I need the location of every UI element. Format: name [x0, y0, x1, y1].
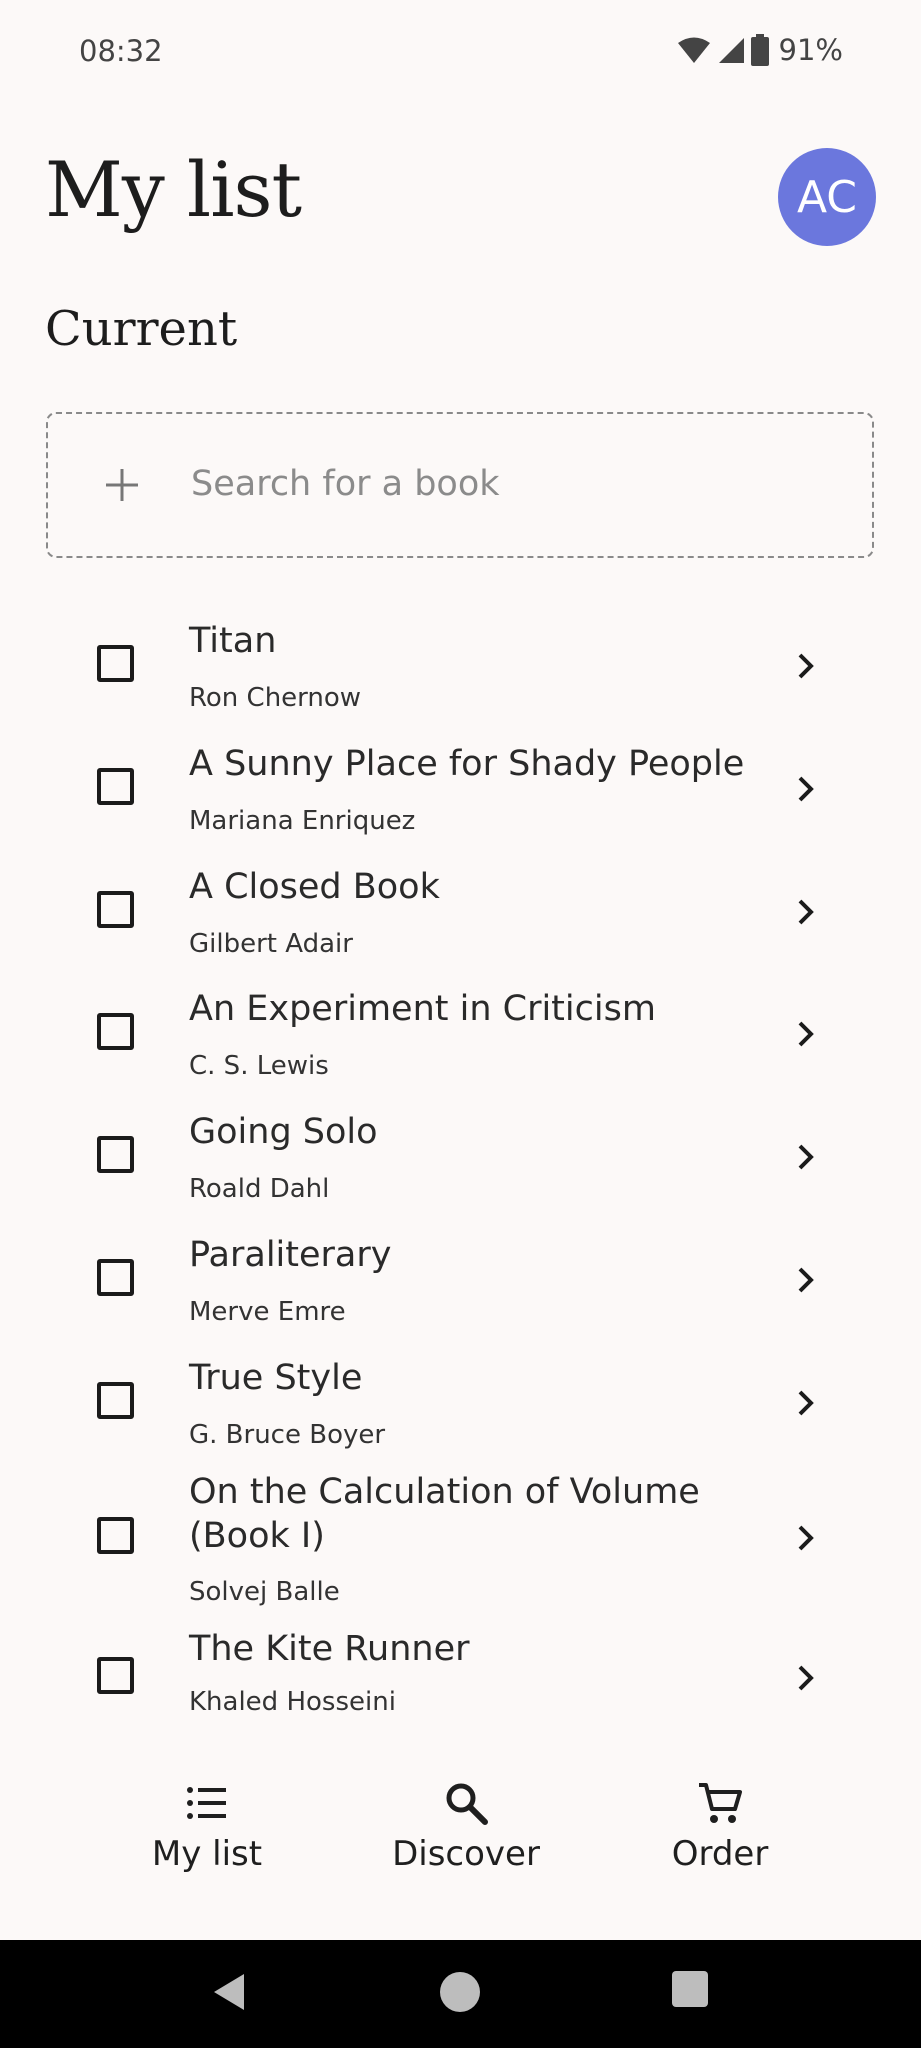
nav-label: Discover [392, 1834, 540, 1874]
book-title: The Kite Runner [189, 1629, 470, 1669]
nav-label: My list [151, 1834, 263, 1874]
book-author: Merve Emre [189, 1297, 346, 1327]
book-author: Khaled Hosseini [189, 1687, 396, 1717]
status-bar: 08:32 91% [0, 0, 921, 105]
nav-item-discover[interactable]: Discover [366, 1780, 566, 1874]
book-author: Gilbert Adair [189, 929, 353, 959]
book-author: Roald Dahl [189, 1174, 330, 1204]
book-title: Titan [189, 621, 277, 661]
book-title: A Closed Book [189, 867, 440, 907]
page-title: My list [45, 145, 302, 234]
signal-icon [718, 38, 744, 63]
book-title: Paraliterary [189, 1235, 392, 1275]
nav-item-order[interactable]: Order [620, 1780, 820, 1874]
nav-item-my-list[interactable]: My list [107, 1780, 307, 1874]
list-item[interactable]: Paraliterary Merve Emre [0, 1229, 921, 1339]
checkbox[interactable] [97, 1136, 134, 1173]
chevron-right-icon[interactable] [794, 1266, 818, 1294]
bottom-nav: My list Discover Order [0, 1740, 921, 1940]
list-icon [187, 1787, 226, 1819]
nav-label: Order [671, 1834, 769, 1874]
book-author: Solvej Balle [189, 1577, 340, 1607]
home-icon[interactable] [438, 1970, 482, 2014]
list-item[interactable]: A Sunny Place for Shady People Mariana E… [0, 738, 921, 848]
checkbox[interactable] [97, 645, 134, 682]
book-author: Ron Chernow [189, 683, 362, 713]
book-author: G. Bruce Boyer [189, 1420, 386, 1450]
chevron-right-icon[interactable] [794, 775, 818, 803]
search-icon [446, 1783, 488, 1825]
search-box[interactable] [46, 412, 874, 558]
status-time: 08:32 [79, 34, 163, 68]
checkbox[interactable] [97, 1657, 134, 1694]
list-item[interactable]: True Style G. Bruce Boyer [0, 1352, 921, 1462]
book-title: On the Calculation of Volume (Book I) [189, 1472, 700, 1556]
checkbox[interactable] [97, 768, 134, 805]
book-author: C. S. Lewis [189, 1051, 329, 1081]
book-title: An Experiment in Criticism [189, 989, 656, 1029]
book-title: True Style [189, 1358, 363, 1398]
checkbox[interactable] [97, 1013, 134, 1050]
chevron-right-icon[interactable] [794, 1020, 818, 1048]
chevron-right-icon[interactable] [794, 1524, 818, 1552]
checkbox[interactable] [97, 1517, 134, 1554]
list-item[interactable]: Going Solo Roald Dahl [0, 1106, 921, 1216]
avatar[interactable]: AC [778, 148, 876, 246]
back-icon[interactable] [210, 1970, 250, 2014]
plus-icon[interactable] [102, 465, 142, 505]
list-item[interactable]: On the Calculation of Volume (Book I) So… [0, 1470, 921, 1615]
search-input[interactable] [191, 454, 831, 514]
list-item[interactable]: A Closed Book Gilbert Adair [0, 861, 921, 971]
wifi-icon [677, 37, 710, 63]
cart-icon [699, 1783, 742, 1823]
section-title: Current [45, 301, 238, 357]
chevron-right-icon[interactable] [794, 1389, 818, 1417]
recents-icon[interactable] [671, 1970, 709, 2008]
battery-icon [750, 34, 769, 66]
list-item[interactable]: Titan Ron Chernow [0, 615, 921, 725]
checkbox[interactable] [97, 1382, 134, 1419]
book-title: A Sunny Place for Shady People [189, 744, 745, 784]
checkbox[interactable] [97, 891, 134, 928]
list-item[interactable]: The Kite Runner Khaled Hosseini [0, 1627, 921, 1737]
chevron-right-icon[interactable] [794, 1143, 818, 1171]
system-nav-bar [0, 1940, 921, 2048]
book-title: Going Solo [189, 1112, 378, 1152]
book-author: Mariana Enriquez [189, 806, 416, 836]
chevron-right-icon[interactable] [794, 898, 818, 926]
battery-percent: 91% [778, 33, 843, 67]
status-icons: 91% [677, 30, 843, 70]
chevron-right-icon[interactable] [794, 1664, 818, 1692]
chevron-right-icon[interactable] [794, 652, 818, 680]
list-item[interactable]: An Experiment in Criticism C. S. Lewis [0, 983, 921, 1093]
checkbox[interactable] [97, 1259, 134, 1296]
